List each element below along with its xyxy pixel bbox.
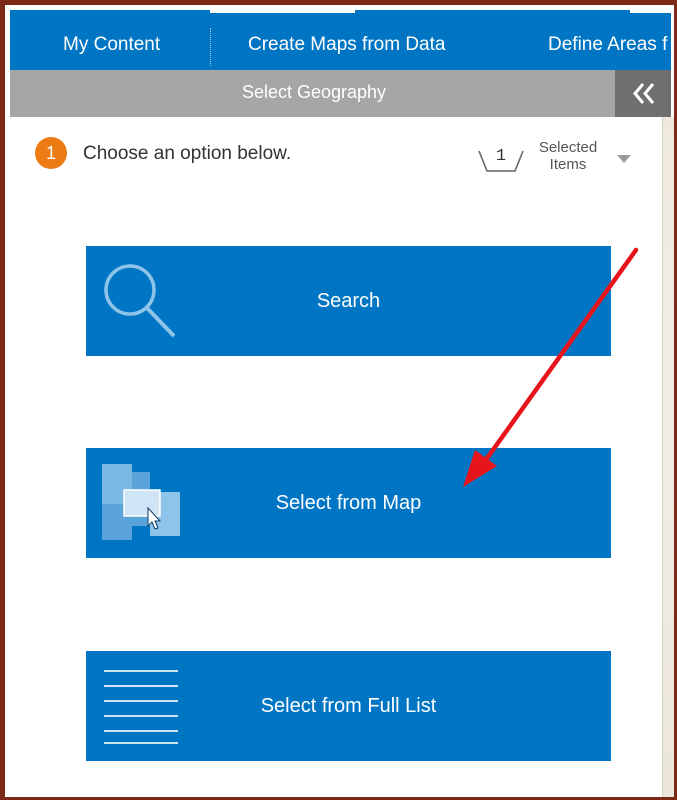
selected-items-dropdown[interactable]: 1 Selected Items	[475, 135, 635, 185]
select-from-map-label: Select from Map	[275, 491, 422, 514]
map-background-strip	[662, 117, 674, 797]
step-text: Choose an option below.	[83, 143, 292, 164]
magnifier-icon	[104, 264, 176, 338]
nav-separator	[210, 28, 211, 66]
step-number-badge: 1	[35, 137, 67, 169]
map-select-icon	[102, 464, 180, 540]
search-label: Search	[316, 289, 381, 312]
chevron-down-icon	[617, 155, 631, 163]
collapse-panel-button[interactable]	[615, 70, 671, 117]
tab-create-maps-from-data[interactable]: Create Maps from Data	[248, 34, 445, 56]
tab-define-areas[interactable]: Define Areas f	[548, 34, 667, 56]
selected-count: 1	[495, 147, 507, 166]
nav-highlight	[210, 10, 355, 13]
selected-items-label-line1: Selected	[538, 139, 598, 156]
selected-items-label-line2: Items	[549, 156, 587, 173]
tab-my-content[interactable]: My Content	[63, 34, 160, 56]
select-from-map-button[interactable]: Select from Map	[86, 448, 611, 558]
double-chevron-left-icon	[633, 83, 655, 104]
app-frame: My Content Create Maps from Data Define …	[0, 0, 677, 800]
select-from-full-list-label: Select from Full List	[260, 694, 437, 717]
select-from-full-list-button[interactable]: Select from Full List	[86, 651, 611, 761]
nav-highlight	[630, 10, 674, 13]
search-button[interactable]: Search	[86, 246, 611, 356]
panel-title: Select Geography	[241, 82, 387, 102]
panel-header: Select Geography	[10, 70, 671, 117]
list-icon	[104, 670, 178, 744]
selected-items-label: Selected Items	[529, 139, 607, 173]
top-navigation: My Content Create Maps from Data Define …	[10, 10, 674, 70]
